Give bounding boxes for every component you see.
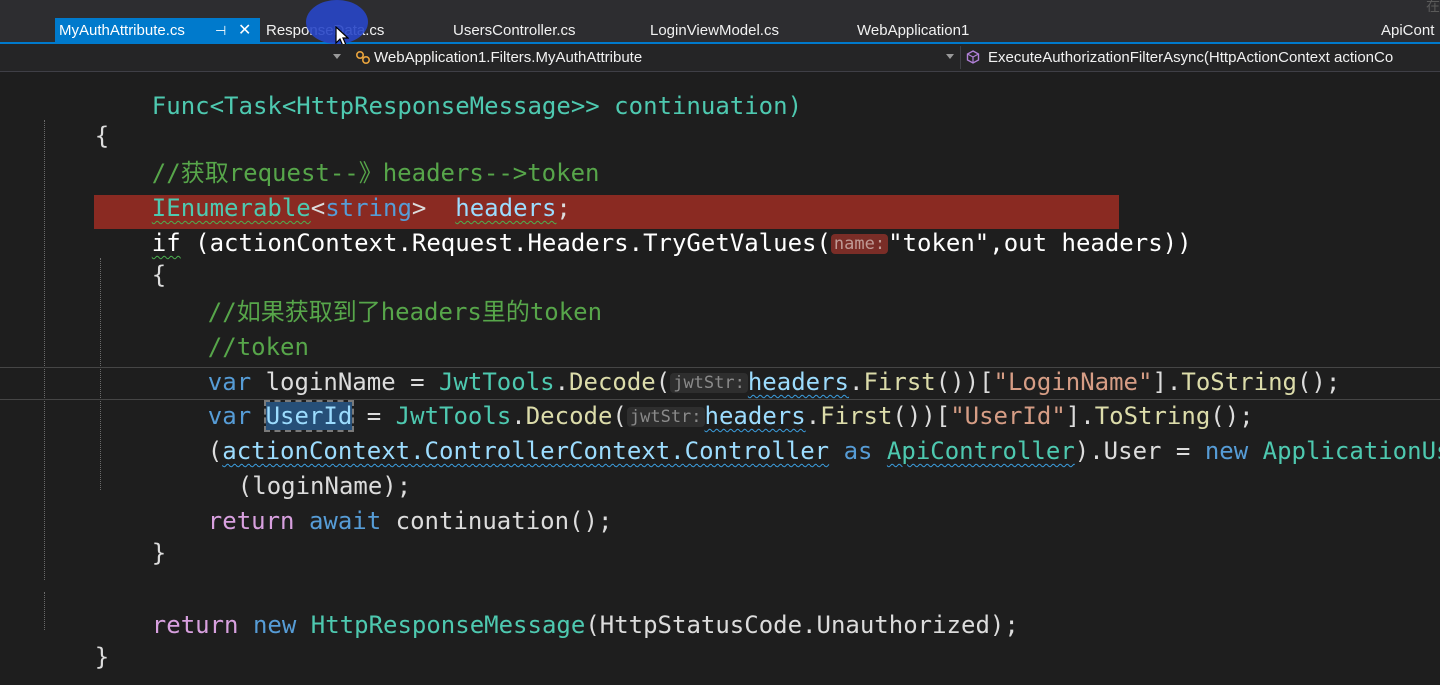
code-text: ApiController: [886, 437, 1075, 465]
code-text: ).User =: [1074, 437, 1205, 465]
code-editor[interactable]: Func<Task<HttpResponseMessage>> continua…: [0, 72, 1440, 685]
tab-userscontroller[interactable]: UsersController.cs: [453, 18, 576, 44]
tab-label: WebApplication1: [857, 22, 970, 39]
member-dropdown[interactable]: ExecuteAuthorizationFilterAsync(HttpActi…: [966, 44, 1393, 71]
code-text: new: [252, 611, 297, 639]
code-line-if-trygetvalues: if (actionContext.Request.Headers.TryGet…: [94, 195, 1192, 257]
code-line-if-close-brace: }: [94, 505, 166, 567]
document-tab-bar: MyAuthAttribute.cs ⊣ ✕ ResponseData.cs U…: [0, 0, 1440, 47]
code-text: continuation();: [381, 507, 613, 535]
code-text: await: [308, 507, 382, 535]
tab-label: MyAuthAttribute.cs: [59, 22, 185, 39]
code-line-signature: Func<Task<HttpResponseMessage>> continua…: [94, 72, 802, 120]
code-text: }: [151, 539, 167, 567]
corner-watermark: 在: [1426, 0, 1440, 12]
tab-loginviewmodel[interactable]: LoginViewModel.cs: [650, 18, 779, 44]
parameter-hint: name:: [830, 234, 889, 254]
tab-apicontroller[interactable]: ApiCont: [1381, 18, 1434, 44]
code-text: }: [94, 643, 110, 671]
tab-label: UsersController.cs: [453, 22, 576, 39]
code-line-close-brace: }: [37, 609, 109, 671]
nav-divider: [960, 46, 961, 69]
code-text: (actionContext.Request.Headers.TryGetVal…: [180, 229, 831, 257]
chevron-down-icon[interactable]: [946, 54, 954, 59]
code-text: ,out headers)): [989, 229, 1192, 257]
code-text: as: [829, 437, 887, 465]
code-line-comment: //token: [150, 299, 309, 361]
method-icon: [966, 50, 980, 64]
code-line-comment: //如果获取到了headers里的token: [150, 264, 602, 326]
code-line-comment: //获取request--》headers-->token: [94, 125, 600, 187]
navigation-bar: WebApplication1.Filters.MyAuthAttribute …: [0, 44, 1440, 72]
class-path-label: WebApplication1.Filters.MyAuthAttribute: [374, 49, 643, 66]
code-text: return: [207, 507, 295, 535]
code-line-open-brace: {: [37, 88, 109, 150]
tab-webapplication1[interactable]: WebApplication1: [857, 18, 969, 44]
chevron-down-icon[interactable]: [333, 54, 341, 59]
code-text: Func<Task<HttpResponseMessage>> continua…: [151, 92, 803, 120]
close-icon[interactable]: ✕: [238, 18, 251, 44]
tab-label: ApiCont: [1381, 22, 1435, 39]
class-dropdown[interactable]: WebApplication1.Filters.MyAuthAttribute: [355, 44, 642, 71]
code-text: (HttpStatusCode.Unauthorized);: [585, 611, 1019, 639]
class-icon: [355, 50, 371, 65]
tab-myauthattribute[interactable]: MyAuthAttribute.cs ⊣ ✕: [55, 18, 260, 44]
code-line-set-user: (actionContext.ControllerContext.Control…: [150, 403, 1440, 465]
code-line-return-unauthorized: return new HttpResponseMessage(HttpStatu…: [94, 577, 1019, 639]
pin-icon[interactable]: ⊣: [215, 18, 226, 44]
code-text: ();: [1296, 368, 1341, 396]
tab-label: LoginViewModel.cs: [650, 22, 779, 39]
code-text: return: [151, 611, 239, 639]
code-line-userid: var UserId = JwtTools.Decode(jwtStr: head…: [150, 368, 1254, 432]
code-line-declare-headers: IEnumerable<string> headers;: [94, 160, 571, 222]
code-text: ApplicationUser: [1262, 437, 1440, 465]
code-line-loginname: var loginName = JwtTools.Decode(jwtStr: h…: [150, 334, 1341, 396]
code-line-return-continuation: return await continuation();: [150, 473, 613, 535]
code-text: new: [1204, 437, 1249, 465]
code-text: HttpResponseMessage: [310, 611, 586, 639]
indent-guide: [44, 120, 45, 580]
member-label: ExecuteAuthorizationFilterAsync(HttpActi…: [988, 49, 1394, 66]
code-text: "token": [888, 229, 990, 257]
code-line-set-user-cont: (loginName);: [180, 438, 411, 500]
code-line-if-brace: {: [94, 227, 166, 289]
